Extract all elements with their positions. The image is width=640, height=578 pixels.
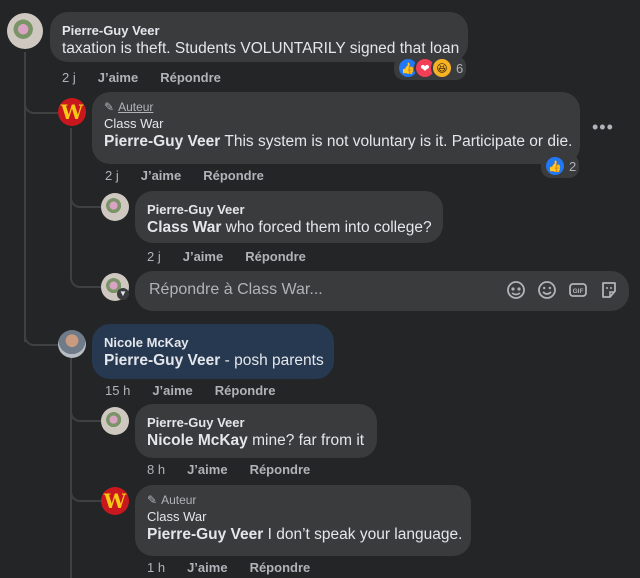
pencil-icon: ✎ <box>147 493 158 507</box>
author-badge-label[interactable]: Auteur <box>118 99 153 115</box>
comment-author[interactable]: Class War <box>147 508 459 525</box>
like-button[interactable]: J’aime <box>152 383 192 398</box>
reply-button[interactable]: Répondre <box>160 70 221 85</box>
mention-link[interactable]: Pierre-Guy Veer <box>104 352 220 369</box>
avatar[interactable] <box>58 330 86 358</box>
comment-bubble: ✎ Auteur Class War Pierre-Guy Veer I don… <box>135 485 471 556</box>
reply-button[interactable]: Répondre <box>245 249 306 264</box>
comment-bubble: ✎ Auteur Class War Pierre-Guy Veer This … <box>92 92 580 164</box>
comment-actions: 2 j J’aime Répondre <box>62 70 221 85</box>
gif-icon[interactable]: GIF <box>568 280 588 300</box>
comment-text-body: This system is not voluntary is it. Part… <box>220 133 573 150</box>
avatar[interactable] <box>7 13 43 49</box>
brand-logo-icon: W <box>60 100 84 124</box>
mention-link[interactable]: Pierre-Guy Veer <box>104 133 220 150</box>
thread-elbow-reply-3 <box>70 470 102 502</box>
thread-elbow-nicole <box>24 312 60 346</box>
avatar-sticker-icon[interactable] <box>506 280 526 300</box>
thread-elbow-replybox <box>70 256 102 288</box>
comment-bubble: Pierre-Guy Veer Nicole McKay mine? far f… <box>135 404 377 458</box>
comment-text: Pierre-Guy Veer I don’t speak your langu… <box>147 525 463 545</box>
thread-elbow-classwar <box>24 82 60 114</box>
comment-author[interactable]: Pierre-Guy Veer <box>147 201 431 218</box>
comment-text-body: who forced them into college? <box>221 219 432 236</box>
avatar[interactable]: W <box>101 487 129 515</box>
comment-time[interactable]: 15 h <box>105 383 130 398</box>
like-button[interactable]: J’aime <box>183 249 223 264</box>
comment-text-body: mine? far from it <box>247 432 365 449</box>
comment-bubble: Nicole McKay Pierre-Guy Veer - posh pare… <box>92 324 334 379</box>
reaction-count: 6 <box>456 60 464 76</box>
reply-button[interactable]: Répondre <box>203 168 264 183</box>
reply-input-placeholder: Répondre à Class War... <box>149 281 323 298</box>
comment-time[interactable]: 2 j <box>62 70 76 85</box>
like-reaction-icon: 👍 <box>544 155 566 177</box>
reactions-summary[interactable]: 👍 2 <box>541 154 580 178</box>
brand-logo-icon: W <box>103 489 127 513</box>
author-badge-label[interactable]: Auteur <box>161 492 196 508</box>
comment-text: taxation is theft. Students VOLUNTARILY … <box>62 40 460 57</box>
chevron-down-icon[interactable]: ▼ <box>117 288 129 300</box>
comment-time[interactable]: 1 h <box>147 560 165 575</box>
mention-link[interactable]: Pierre-Guy Veer <box>147 526 263 543</box>
comment-bubble: Pierre-Guy Veer Class War who forced the… <box>135 191 443 243</box>
thread-elbow-reply-1 <box>70 176 102 208</box>
author-badge: ✎ Auteur <box>104 99 568 115</box>
comment-time[interactable]: 8 h <box>147 462 165 477</box>
svg-text:GIF: GIF <box>573 288 584 295</box>
avatar[interactable] <box>101 407 129 435</box>
pencil-icon: ✎ <box>104 100 115 114</box>
emoji-icon[interactable] <box>537 280 557 300</box>
reply-button[interactable]: Répondre <box>215 383 276 398</box>
comment-author[interactable]: Pierre-Guy Veer <box>147 414 365 431</box>
thread-elbow-reply-2 <box>70 390 102 422</box>
comment-author[interactable]: Class War <box>104 115 568 132</box>
comment-text-body: - posh parents <box>220 352 324 369</box>
comment-author[interactable]: Nicole McKay <box>104 334 322 351</box>
comment-bubble: Pierre-Guy Veer taxation is theft. Stude… <box>50 12 468 62</box>
comment-actions: 1 h J’aime Répondre <box>147 560 310 575</box>
comment-author[interactable]: Pierre-Guy Veer <box>62 22 456 39</box>
reply-button[interactable]: Répondre <box>250 560 311 575</box>
comment-time[interactable]: 2 j <box>147 249 161 264</box>
comment-text: Pierre-Guy Veer - posh parents <box>104 351 324 371</box>
sticker-icon[interactable] <box>599 280 619 300</box>
author-badge: ✎ Auteur <box>147 492 459 508</box>
comment-actions: 8 h J’aime Répondre <box>147 462 310 477</box>
reactions-summary[interactable]: 👍 ❤ 😆 6 <box>394 56 467 80</box>
comment-actions: 2 j J’aime Répondre <box>105 168 264 183</box>
reply-input[interactable]: Répondre à Class War... GIF <box>135 271 629 311</box>
like-button[interactable]: J’aime <box>98 70 138 85</box>
comment-actions: 2 j J’aime Répondre <box>147 249 306 264</box>
avatar[interactable]: W <box>58 98 86 126</box>
comment-text: Class War who forced them into college? <box>147 218 432 238</box>
avatar[interactable] <box>101 193 129 221</box>
mention-link[interactable]: Nicole McKay <box>147 432 248 449</box>
like-button[interactable]: J’aime <box>141 168 181 183</box>
reply-button[interactable]: Répondre <box>250 462 311 477</box>
mention-link[interactable]: Class War <box>147 219 221 236</box>
haha-reaction-icon: 😆 <box>431 57 453 79</box>
comment-time[interactable]: 2 j <box>105 168 119 183</box>
more-options-icon[interactable]: ••• <box>592 117 614 138</box>
comment-text: Pierre-Guy Veer This system is not volun… <box>104 132 572 152</box>
like-button[interactable]: J’aime <box>187 560 227 575</box>
comment-actions: 15 h J’aime Répondre <box>105 383 275 398</box>
comment-text: Nicole McKay mine? far from it <box>147 431 365 451</box>
like-button[interactable]: J’aime <box>187 462 227 477</box>
reaction-count: 2 <box>569 158 577 174</box>
comment-text-body: I don’t speak your language. <box>263 526 463 543</box>
